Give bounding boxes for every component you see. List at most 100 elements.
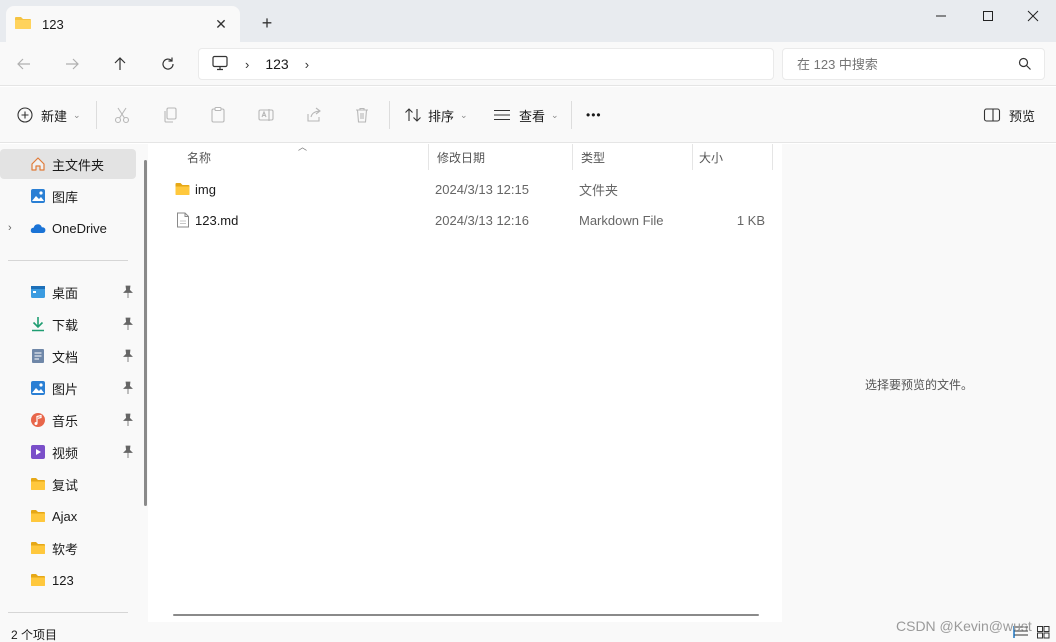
trash-icon	[356, 107, 368, 123]
navigation-pane: 主文件夹 图库 › OneDrive 桌面 下载 文档 图片 音乐 视频 复试 …	[0, 144, 148, 622]
home-icon	[31, 157, 45, 171]
view-button[interactable]: 查看 ⌄	[493, 101, 559, 129]
videos-icon	[31, 445, 45, 459]
item-count: 2 个项目	[11, 628, 58, 642]
preview-label: 预览	[1009, 108, 1036, 124]
tiles-view-icon	[1037, 626, 1050, 639]
breadcrumb-chevron-icon[interactable]: ›	[245, 57, 249, 72]
close-tab-button[interactable]: ✕	[210, 13, 232, 35]
sidebar-item-label: Ajax	[52, 508, 78, 524]
desktop-icon	[31, 286, 45, 298]
sidebar-item-123[interactable]: 123	[0, 565, 136, 595]
more-options-button[interactable]: •••	[586, 101, 602, 129]
forward-button[interactable]	[57, 50, 87, 78]
documents-icon	[32, 349, 44, 363]
tab-123[interactable]: 123 ✕	[6, 6, 240, 42]
file-type: Markdown File	[579, 212, 664, 228]
pin-icon[interactable]	[122, 349, 134, 363]
pin-icon[interactable]	[122, 285, 134, 299]
view-list-icon	[494, 109, 510, 121]
back-button[interactable]	[9, 50, 39, 78]
chevron-down-icon: ⌄	[460, 109, 468, 120]
sidebar-item-ruankao[interactable]: 软考	[0, 533, 136, 563]
file-name: 123.md	[195, 212, 239, 228]
sidebar-item-documents[interactable]: 文档	[0, 341, 136, 371]
rename-button[interactable]	[254, 103, 278, 127]
minimize-button[interactable]	[918, 0, 964, 32]
close-window-button[interactable]	[1010, 0, 1056, 32]
divider	[8, 612, 128, 613]
sidebar-item-home[interactable]: 主文件夹	[0, 149, 136, 179]
preview-pane-button[interactable]: 预览	[983, 101, 1035, 129]
sort-label: 排序	[428, 108, 455, 124]
sidebar-item-downloads[interactable]: 下载	[0, 309, 136, 339]
sidebar-item-label: 主文件夹	[52, 157, 105, 173]
sidebar-item-label: OneDrive	[52, 220, 107, 236]
command-bar: 新建 ⌄ 排序 ⌄ 查看 ⌄ ••• 预览	[0, 87, 1056, 143]
folder-icon	[31, 542, 45, 554]
sidebar-item-gallery[interactable]: 图库	[0, 181, 136, 211]
preview-pane-icon	[983, 108, 1001, 122]
pin-icon[interactable]	[122, 381, 134, 395]
file-size: 1 KB	[736, 212, 765, 228]
address-row: › 123 ›	[0, 42, 1056, 86]
new-button[interactable]: 新建 ⌄	[17, 101, 81, 129]
share-button[interactable]	[302, 103, 326, 127]
pictures-icon	[31, 381, 45, 395]
pin-icon[interactable]	[122, 413, 134, 427]
file-modified: 2024/3/13 12:16	[435, 212, 529, 228]
sidebar-item-videos[interactable]: 视频	[0, 437, 136, 467]
new-tab-button[interactable]: +	[256, 12, 278, 34]
sidebar-item-label: 软考	[52, 541, 79, 557]
sidebar-item-pictures[interactable]: 图片	[0, 373, 136, 403]
download-icon	[32, 317, 44, 332]
pin-icon[interactable]	[122, 445, 134, 459]
pin-icon[interactable]	[122, 317, 134, 331]
sidebar-item-onedrive[interactable]: OneDrive	[0, 213, 136, 243]
chevron-down-icon: ⌄	[551, 109, 559, 120]
paste-button[interactable]	[206, 103, 230, 127]
copy-button[interactable]	[158, 103, 182, 127]
refresh-button[interactable]	[153, 50, 183, 78]
address-bar[interactable]: › 123 ›	[198, 48, 774, 80]
new-label: 新建	[41, 108, 68, 124]
file-size	[703, 174, 765, 204]
divider	[389, 101, 390, 129]
tab-title: 123	[42, 16, 64, 32]
column-header-modified[interactable]: 修改日期	[429, 144, 573, 170]
delete-button[interactable]	[350, 103, 374, 127]
divider	[96, 101, 97, 129]
sidebar-scrollbar[interactable]	[144, 160, 147, 506]
sort-icon	[405, 108, 421, 122]
sidebar-item-label: 文档	[52, 349, 79, 365]
column-header-size[interactable]: 大小	[693, 144, 773, 170]
table-row[interactable]: img 2024/3/13 12:15 文件夹	[163, 174, 773, 204]
breadcrumb-item-123[interactable]: 123	[265, 56, 288, 72]
horizontal-scrollbar[interactable]	[173, 614, 759, 616]
sort-button[interactable]: 排序 ⌄	[404, 101, 468, 129]
refresh-icon	[162, 57, 174, 70]
table-row[interactable]: 123.md 2024/3/13 12:16 Markdown File 1 K…	[163, 205, 773, 235]
sidebar-item-ajax[interactable]: Ajax	[0, 501, 136, 531]
column-header-type[interactable]: 类型	[573, 144, 693, 170]
search-box[interactable]	[782, 48, 1045, 80]
breadcrumb-chevron-icon[interactable]: ›	[305, 57, 309, 72]
this-pc-icon[interactable]	[211, 55, 229, 74]
tiles-view-button[interactable]	[1034, 624, 1052, 640]
sidebar-item-music[interactable]: 音乐	[0, 405, 136, 435]
search-input[interactable]	[797, 56, 997, 72]
column-header-name[interactable]: 名称	[177, 144, 429, 170]
up-button[interactable]	[105, 50, 135, 78]
sidebar-item-desktop[interactable]: 桌面	[0, 277, 136, 307]
arrow-left-icon	[17, 58, 30, 70]
maximize-button[interactable]	[965, 0, 1011, 32]
cut-button[interactable]	[110, 103, 134, 127]
divider	[571, 101, 572, 129]
paste-icon	[211, 106, 225, 123]
folder-icon	[174, 174, 191, 204]
arrow-right-icon	[66, 58, 79, 70]
search-icon[interactable]	[1018, 57, 1032, 74]
minimize-icon	[936, 15, 946, 17]
divider	[8, 260, 128, 261]
sidebar-item-fushi[interactable]: 复试	[0, 469, 136, 499]
